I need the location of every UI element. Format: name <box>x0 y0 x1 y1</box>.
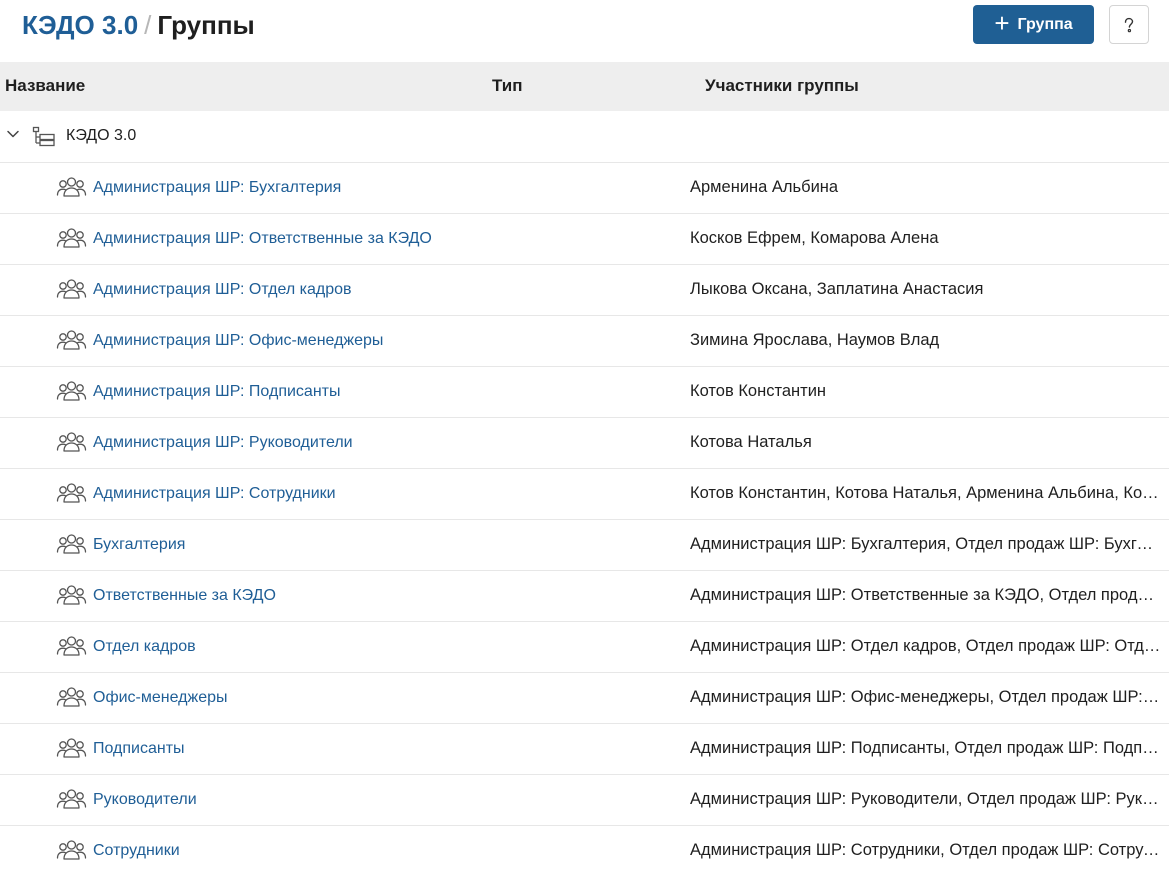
group-icon <box>56 380 87 407</box>
breadcrumb-app-link[interactable]: КЭДО 3.0 <box>22 10 138 40</box>
group-members: Котов Константин, Котова Наталья, Армени… <box>690 484 1162 502</box>
group-icon <box>56 329 87 356</box>
group-members: Администрация ШР: Руководители, Отдел пр… <box>690 790 1162 808</box>
group-name-link[interactable]: Администрация ШР: Подписанты <box>93 383 340 401</box>
table-header: Название Тип Участники группы <box>0 62 1169 111</box>
table-row[interactable]: Администрация ШР: Руководители Котова Нат… <box>0 418 1169 469</box>
group-members: Арменина Альбина <box>690 178 839 196</box>
group-icon <box>56 176 87 203</box>
group-icon <box>56 431 87 458</box>
table-row[interactable]: Администрация ШР: Подписанты Котов Конста… <box>0 367 1169 418</box>
table-row[interactable]: Администрация ШР: Отдел кадров Лыкова Окс… <box>0 265 1169 316</box>
group-name-link[interactable]: Офис-менеджеры <box>93 689 228 707</box>
group-icon <box>56 584 87 611</box>
table-row[interactable]: Ответственные за КЭДО Администрация ШР: О… <box>0 571 1169 622</box>
group-icon <box>56 482 87 509</box>
group-icon <box>56 278 87 305</box>
group-members: Администрация ШР: Офис-менеджеры, Отдел … <box>690 688 1162 706</box>
group-name-link[interactable]: Бухгалтерия <box>93 536 185 554</box>
group-members: Администрация ШР: Ответственные за КЭДО,… <box>690 586 1162 604</box>
tree-root-row[interactable]: КЭДО 3.0 <box>0 111 1169 163</box>
org-structure-icon <box>32 126 55 147</box>
group-name-link[interactable]: Руководители <box>93 791 197 809</box>
group-name-link[interactable]: Администрация ШР: Отдел кадров <box>93 281 352 299</box>
table-row[interactable]: Администрация ШР: Ответственные за КЭДО К… <box>0 214 1169 265</box>
breadcrumb: КЭДО 3.0/Группы <box>22 9 255 41</box>
column-header-name[interactable]: Название <box>5 76 85 96</box>
group-name-link[interactable]: Подписанты <box>93 740 185 758</box>
chevron-down-icon[interactable] <box>6 129 20 139</box>
group-members: Администрация ШР: Подписанты, Отдел прод… <box>690 739 1162 757</box>
help-icon <box>1124 17 1134 32</box>
group-icon <box>56 839 87 866</box>
group-members: Администрация ШР: Бухгалтерия, Отдел про… <box>690 535 1162 553</box>
group-name-link[interactable]: Администрация ШР: Руководители <box>93 434 353 452</box>
group-name-link[interactable]: Сотрудники <box>93 842 180 860</box>
group-name-link[interactable]: Администрация ШР: Бухгалтерия <box>93 179 341 197</box>
group-icon <box>56 533 87 560</box>
group-icon <box>56 686 87 713</box>
breadcrumb-separator: / <box>144 10 152 40</box>
table-row[interactable]: Администрация ШР: Сотрудники Котов Конста… <box>0 469 1169 520</box>
table-row[interactable]: Администрация ШР: Бухгалтерия Арменина Ал… <box>0 163 1169 214</box>
group-members: Котов Константин <box>690 382 827 400</box>
tree-root-label[interactable]: КЭДО 3.0 <box>66 127 136 145</box>
table-row[interactable]: Руководители Администрация ШР: Руководите… <box>0 775 1169 826</box>
table-row[interactable]: Администрация ШР: Офис-менеджеры Зимина Я… <box>0 316 1169 367</box>
add-group-button-label: Группа <box>1017 15 1073 33</box>
group-members: Котова Наталья <box>690 433 812 451</box>
column-header-type[interactable]: Тип <box>492 76 522 96</box>
group-name-link[interactable]: Администрация ШР: Ответственные за КЭДО <box>93 230 432 248</box>
help-button[interactable] <box>1109 5 1149 44</box>
plus-icon: + <box>994 8 1010 38</box>
group-members: Администрация ШР: Сотрудники, Отдел прод… <box>690 841 1162 859</box>
group-members: Косков Ефрем, Комарова Алена <box>690 229 939 247</box>
group-name-link[interactable]: Администрация ШР: Офис-менеджеры <box>93 332 383 350</box>
column-header-members[interactable]: Участники группы <box>705 76 859 96</box>
table-row[interactable]: Бухгалтерия Администрация ШР: Бухгалтерия… <box>0 520 1169 571</box>
add-group-button[interactable]: + Группа <box>973 5 1094 44</box>
table-row[interactable]: Подписанты Администрация ШР: Подписанты, … <box>0 724 1169 775</box>
group-icon <box>56 635 87 662</box>
page-title: Группы <box>157 10 255 40</box>
table-row[interactable]: Отдел кадров Администрация ШР: Отдел кадр… <box>0 622 1169 673</box>
group-members: Администрация ШР: Отдел кадров, Отдел пр… <box>690 637 1162 655</box>
group-name-link[interactable]: Отдел кадров <box>93 638 196 656</box>
group-icon <box>56 227 87 254</box>
group-icon <box>56 737 87 764</box>
group-members: Лыкова Оксана, Заплатина Анастасия <box>690 280 984 298</box>
group-name-link[interactable]: Администрация ШР: Сотрудники <box>93 485 336 503</box>
group-members: Зимина Ярослава, Наумов Влад <box>690 331 940 349</box>
table-row[interactable]: Офис-менеджеры Администрация ШР: Офис-мен… <box>0 673 1169 724</box>
table-row[interactable]: Сотрудники Администрация ШР: Сотрудники, … <box>0 826 1169 869</box>
group-icon <box>56 788 87 815</box>
group-name-link[interactable]: Ответственные за КЭДО <box>93 587 276 605</box>
page-header: КЭДО 3.0/Группы + Группа <box>0 0 1169 62</box>
